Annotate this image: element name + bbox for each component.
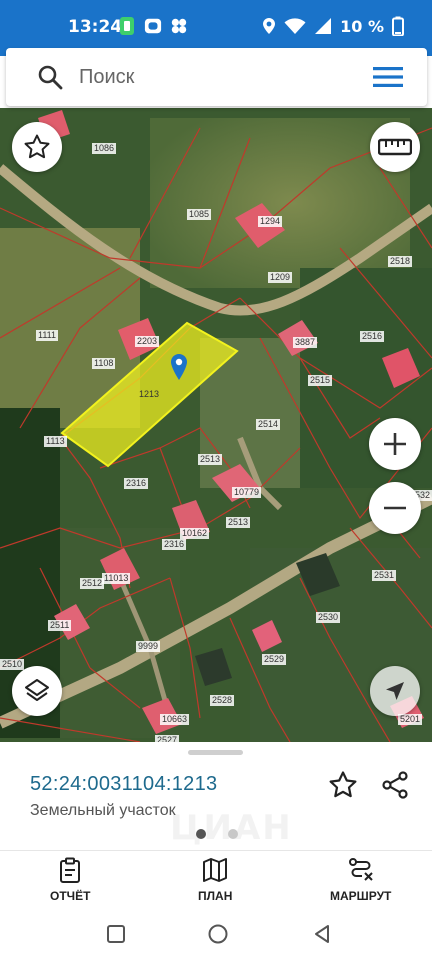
search-input[interactable] [79,62,359,92]
my-location-button[interactable] [370,666,420,716]
parcel-label: 1086 [92,143,117,154]
status-time: 13:24 [68,17,123,37]
zoom-out-button[interactable] [369,482,421,534]
route-icon [348,858,373,881]
parcel-label: 2518 [388,256,413,267]
clipboard-icon [60,857,81,883]
parcel-label: 2528 [210,695,235,706]
map-icon [203,858,228,882]
selected-parcel-label: 1213 [139,389,160,399]
ruler-button[interactable] [370,122,420,172]
star-outline-icon[interactable] [328,770,358,800]
parcel-label: 10162 [180,528,210,539]
parcel-label: 1108 [92,358,116,369]
ruler-icon [378,138,412,156]
report-label: ОТЧЁТ [50,889,91,903]
page-dot-active[interactable] [196,829,206,839]
parcel-type: Земельный участок [30,802,176,819]
status-right: 10 % [262,16,404,36]
search-icon[interactable] [37,64,63,90]
star-outline-icon [24,134,50,159]
parcel-label: 2515 [308,375,333,386]
parcel-label: 2512 [80,578,105,589]
parcel-label: 9999 [136,641,161,652]
battery-icon [392,16,404,36]
search-bar [6,48,427,106]
navigation-arrow-icon [386,682,404,700]
bottom-nav: ОТЧЁТ ПЛАН МАРШРУТ [0,850,432,908]
minus-icon [384,506,406,510]
route-tab[interactable]: МАРШРУТ [330,857,391,903]
parcel-label: 1113 [44,436,67,447]
layers-icon [25,679,49,701]
cadastral-map[interactable]: 1086 1085 1294 1209 2518 1111 2203 1108 … [0,108,432,742]
map-pin-icon[interactable] [170,353,188,381]
parcel-label: 1085 [187,209,212,220]
signal-icon [315,18,332,34]
parcel-label: 2527 [155,735,180,742]
cluster-notification-icon [170,16,188,36]
sim-icon [118,16,136,36]
watermark: ЦИАН [170,808,293,848]
recents-icon[interactable] [104,922,128,946]
parcel-label: 2516 [360,331,385,342]
parcel-label: 10779 [232,487,262,498]
parcel-label: 1111 [36,330,59,341]
plan-tab[interactable]: ПЛАН [198,857,232,903]
page-indicator [196,829,238,839]
report-tab[interactable]: ОТЧЁТ [50,857,90,903]
parcel-label: 2531 [372,570,397,581]
layers-button[interactable] [12,666,62,716]
wifi-icon [284,18,306,34]
cadastral-number[interactable]: 52:24:0031104:1213 [30,773,217,796]
map-pin-icon [263,18,276,34]
system-nav-bar [0,908,432,960]
share-icon[interactable] [380,770,410,800]
parcel-label: 2514 [256,419,281,430]
parcel-label: 2316 [162,539,187,550]
route-label: МАРШРУТ [330,889,392,903]
home-icon[interactable] [206,922,230,946]
parcel-label: 2511 [48,620,72,631]
notification-icons [118,16,188,36]
menu-icon[interactable] [373,66,403,88]
battery-percent: 10 % [340,16,384,36]
parcel-label: 1209 [268,272,293,283]
parcel-label: 2510 [0,659,25,670]
page-dot[interactable] [228,829,238,839]
parcel-label: 2203 [135,336,160,347]
zoom-in-button[interactable] [369,418,421,470]
map-imagery [0,108,432,742]
app-root: 13:24 10 % Поиск 1086 1085 1294 1209 251… [0,0,432,960]
parcel-label: 1294 [258,216,283,227]
parcel-label: 2530 [316,612,341,623]
parcel-label: 2316 [124,478,149,489]
parcel-label: 2513 [226,517,251,528]
plus-icon [384,433,406,455]
app-notification-icon [144,16,162,36]
favorites-button[interactable] [12,122,62,172]
parcel-label: 2513 [198,454,223,465]
parcel-label: 11013 [102,573,131,584]
parcel-label: 5201 [398,714,423,725]
back-icon[interactable] [310,922,334,946]
parcel-label: 2529 [262,654,287,665]
parcel-label: 10663 [160,714,190,725]
plan-label: ПЛАН [198,889,233,903]
sheet-drag-handle[interactable] [188,750,243,755]
parcel-label: 3887 [293,337,318,348]
